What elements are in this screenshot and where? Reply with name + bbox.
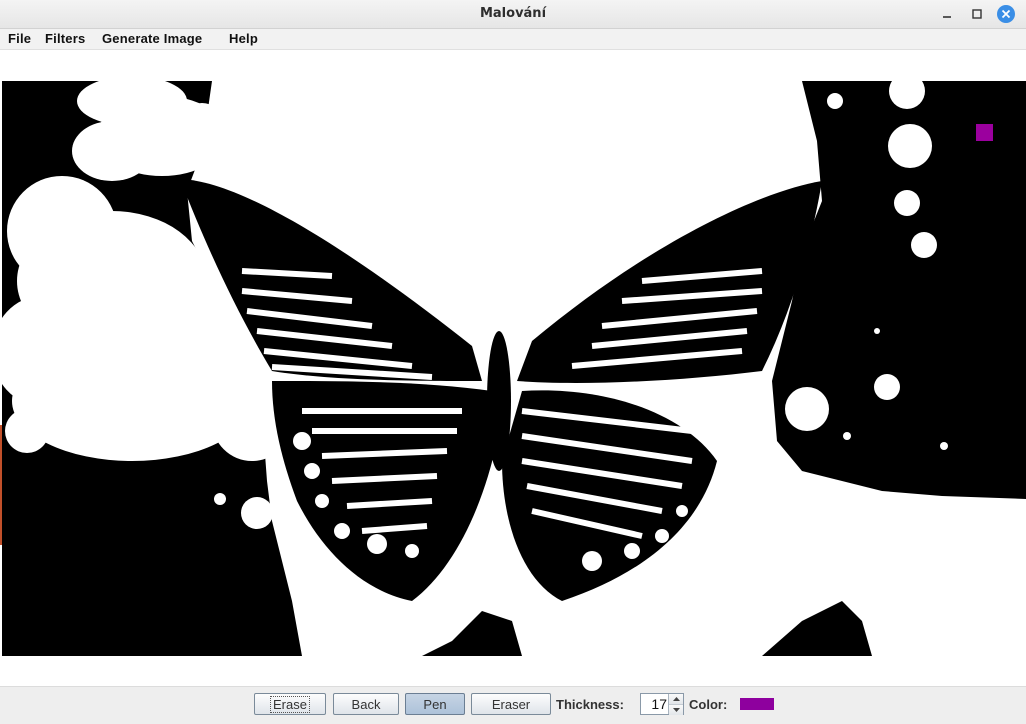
thickness-label: Thickness: xyxy=(556,697,624,712)
window-title: Malování xyxy=(479,6,547,21)
title-bar: Malování xyxy=(0,0,1026,29)
thickness-value[interactable]: 17 xyxy=(651,696,667,712)
eraser-button[interactable]: Eraser xyxy=(471,693,551,715)
color-label: Color: xyxy=(689,697,728,712)
back-button[interactable]: Back xyxy=(333,693,399,715)
erase-button[interactable]: Erase xyxy=(254,693,326,715)
pen-button-label: Pen xyxy=(423,696,447,712)
menu-bar: File Filters Generate Image Help xyxy=(0,29,1026,50)
color-swatch[interactable] xyxy=(740,698,774,710)
chevron-up-icon[interactable] xyxy=(669,694,683,704)
pen-stroke-mark xyxy=(976,124,993,141)
chevron-down-icon[interactable] xyxy=(669,704,683,715)
eraser-button-label: Eraser xyxy=(491,696,531,712)
pen-button[interactable]: Pen xyxy=(405,693,465,715)
menu-generate-image[interactable]: Generate Image xyxy=(102,31,202,46)
menu-file[interactable]: File xyxy=(8,31,31,46)
erase-button-label: Erase xyxy=(270,695,310,713)
minimize-icon[interactable] xyxy=(938,5,956,23)
spinner-buttons xyxy=(668,694,683,715)
back-button-label: Back xyxy=(351,696,381,712)
tool-bar: Erase Back Pen Eraser Thickness: 17 Colo… xyxy=(0,686,1026,724)
menu-filters[interactable]: Filters xyxy=(45,31,85,46)
menu-help[interactable]: Help xyxy=(229,31,258,46)
butterfly-image xyxy=(2,81,1026,656)
maximize-icon[interactable] xyxy=(968,5,986,23)
canvas-edge-marker xyxy=(0,425,2,545)
close-icon[interactable] xyxy=(997,5,1015,23)
drawn-image-butterfly[interactable] xyxy=(2,81,1026,656)
thickness-spinner[interactable]: 17 xyxy=(640,693,684,715)
